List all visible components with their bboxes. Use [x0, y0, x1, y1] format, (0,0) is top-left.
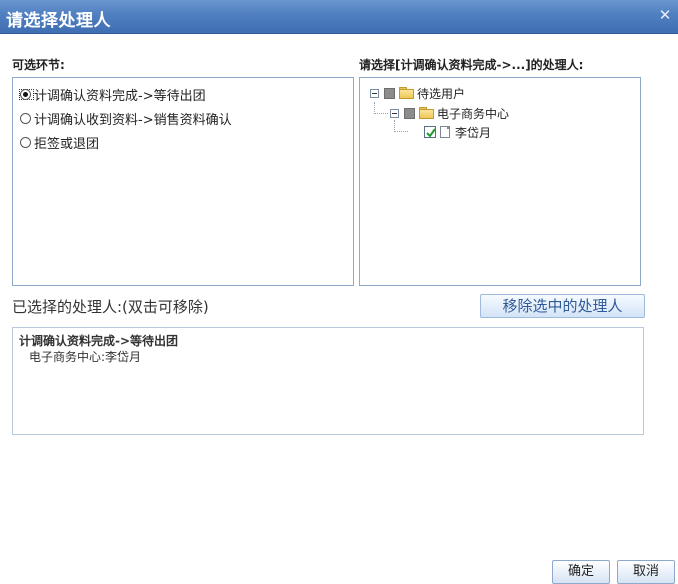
- tree-node-root-label[interactable]: 待选用户: [417, 85, 465, 102]
- step-option-3-radio-wrap[interactable]: [19, 136, 34, 148]
- step-option-1-label[interactable]: 计调确认资料完成->等待出团: [34, 85, 206, 104]
- dialog-title: 请选择处理人: [6, 11, 111, 31]
- radio-icon[interactable]: [20, 136, 31, 148]
- tree-node-user-label[interactable]: 李岱月: [455, 124, 491, 141]
- step-option-1-radio-wrap[interactable]: [19, 88, 34, 100]
- partial-checkbox-icon[interactable]: [384, 87, 395, 99]
- collapse-icon[interactable]: [390, 108, 399, 118]
- tree-connector: [394, 131, 408, 132]
- remove-selected-button[interactable]: 移除选中的处理人: [480, 294, 645, 318]
- steps-label: 可选环节:: [12, 58, 65, 72]
- step-option-3[interactable]: 拒签或退团: [19, 133, 99, 152]
- tree-node-user[interactable]: 李岱月: [424, 123, 491, 141]
- tree-node-root[interactable]: 待选用户: [370, 84, 465, 102]
- handler-label: 请选择[计调确认资料完成->...]的处理人:: [359, 58, 584, 72]
- folder-icon: [419, 107, 434, 119]
- radio-checked-icon[interactable]: [20, 88, 31, 100]
- selected-handlers-list[interactable]: 计调确认资料完成->等待出团 电子商务中心:李岱月: [12, 327, 644, 435]
- partial-checkbox-icon[interactable]: [404, 107, 415, 119]
- tree-connector: [374, 113, 388, 114]
- step-option-2[interactable]: 计调确认收到资料->销售资料确认: [19, 109, 232, 128]
- handler-tree-panel: 待选用户 电子商务中心 李岱月: [359, 77, 641, 286]
- tree-node-group-label[interactable]: 电子商务中心: [437, 105, 509, 122]
- checked-checkbox-icon[interactable]: [424, 126, 436, 138]
- selected-handlers-title: 已选择的处理人:(双击可移除): [12, 298, 209, 316]
- cancel-button[interactable]: 取消: [617, 560, 675, 584]
- steps-panel: 计调确认资料完成->等待出团 计调确认收到资料->销售资料确认 拒签或退团: [12, 77, 354, 286]
- step-option-1[interactable]: 计调确认资料完成->等待出团: [19, 85, 206, 104]
- ok-button[interactable]: 确定: [552, 560, 610, 584]
- radio-icon[interactable]: [20, 112, 31, 124]
- dialog-titlebar: 请选择处理人 ✕: [0, 0, 678, 34]
- step-option-2-label[interactable]: 计调确认收到资料->销售资料确认: [34, 109, 232, 128]
- step-option-3-label[interactable]: 拒签或退团: [34, 133, 99, 152]
- close-icon[interactable]: ✕: [658, 8, 672, 23]
- selected-entry-step[interactable]: 计调确认资料完成->等待出团: [19, 332, 178, 349]
- folder-icon: [399, 87, 414, 99]
- document-icon: [440, 126, 450, 138]
- collapse-icon[interactable]: [370, 88, 379, 98]
- selected-entry-user[interactable]: 电子商务中心:李岱月: [29, 348, 141, 365]
- tree-node-group[interactable]: 电子商务中心: [390, 104, 509, 122]
- step-option-2-radio-wrap[interactable]: [19, 112, 34, 124]
